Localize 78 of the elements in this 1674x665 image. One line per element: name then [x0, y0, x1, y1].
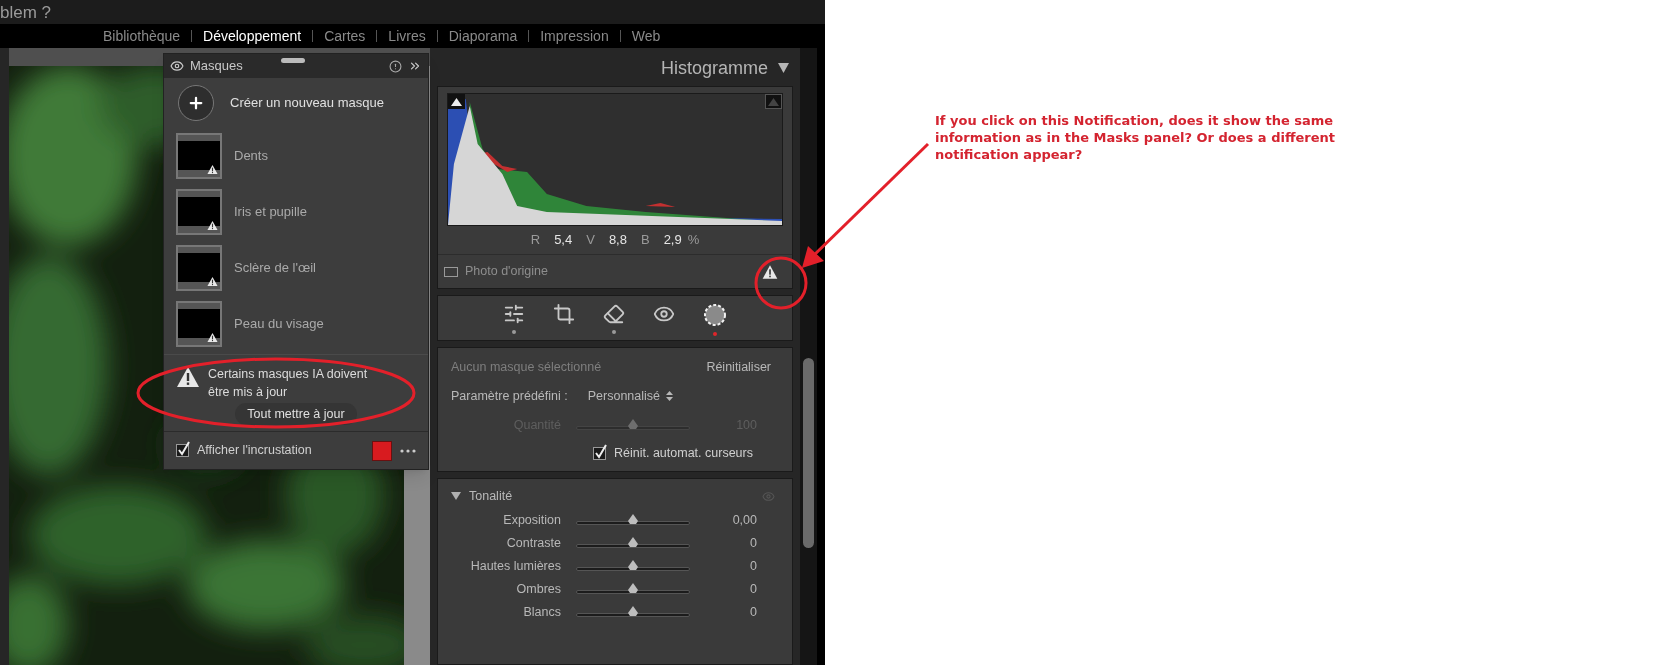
warning-icon	[176, 365, 200, 389]
overlay-label: Afficher l'incrustation	[197, 442, 312, 460]
original-photo-label: Photo d'origine	[465, 263, 548, 281]
module-tab[interactable]: Livres	[388, 29, 426, 43]
slider-value: 0	[749, 534, 757, 552]
slider-value: 0,00	[731, 511, 757, 529]
module-tab[interactable]: Bibliothèque	[103, 29, 181, 43]
annotation-text: If you click on this Notification, does it show the same information as in the Masks panel? Or does a different notification appear?	[935, 112, 1336, 163]
mask-status: Aucun masque sélectionné	[451, 359, 602, 376]
tool-button[interactable]	[603, 303, 625, 334]
slider-value: 0	[749, 580, 757, 598]
channel-value: 5,4	[554, 231, 573, 250]
preset-label: Paramètre prédéfini :	[451, 387, 568, 405]
sliders-icon[interactable]	[503, 303, 525, 325]
slider-value: 0	[749, 603, 757, 621]
preset-select[interactable]: Personnalisé	[587, 386, 673, 406]
mask-name: Sclère de l'œil	[234, 259, 316, 278]
mask-item[interactable]: Iris et pupille	[164, 184, 428, 240]
slider-label: Hautes lumières	[469, 557, 561, 575]
panel-title: Masques	[190, 57, 243, 76]
overlay-checkbox[interactable]	[176, 444, 189, 457]
plus-icon	[187, 94, 205, 112]
chevrons-right-icon[interactable]	[408, 59, 422, 73]
notification-message: Certains masques IA doivent être mis à jour	[208, 366, 369, 401]
eraser-icon[interactable]	[603, 303, 625, 325]
panel-title[interactable]: Histogramme	[660, 54, 768, 82]
section-title[interactable]: Tonalité	[469, 487, 513, 506]
updown-icon	[666, 391, 673, 402]
mask-item[interactable]: Sclère de l'œil	[164, 240, 428, 296]
disclosure-triangle-icon[interactable]	[451, 491, 461, 502]
auto-reset-label: Réinit. automat. curseurs	[614, 445, 753, 463]
module-tab[interactable]: Web	[631, 29, 661, 43]
mask-item[interactable]: Peau du visage	[164, 296, 428, 352]
scrollbar-thumb[interactable]	[803, 358, 814, 548]
unit-label: %	[687, 231, 700, 250]
module-tab[interactable]: Développement	[203, 29, 302, 43]
channel-label: R	[530, 231, 541, 250]
auto-reset-checkbox[interactable]	[593, 447, 606, 461]
collapse-icon[interactable]	[778, 63, 789, 73]
tool-button[interactable]	[503, 303, 525, 334]
mask-item[interactable]: Dents	[164, 128, 428, 184]
slider-thumb[interactable]	[628, 583, 638, 594]
channel-value: 2,9	[663, 231, 682, 250]
drag-handle[interactable]	[281, 58, 305, 63]
update-all-button[interactable]: Tout mettre à jour	[235, 403, 357, 425]
alert-circle-icon[interactable]	[389, 59, 402, 73]
eye-icon[interactable]	[170, 59, 184, 73]
reset-link[interactable]: Réinitialiser	[706, 358, 771, 377]
slider-label: Exposition	[502, 511, 561, 529]
slider-value: 0	[749, 557, 757, 575]
overlay-color-swatch[interactable]	[372, 440, 392, 461]
mask-name: Dents	[234, 147, 268, 166]
module-tab[interactable]: Diaporama	[448, 29, 518, 43]
highlight-clipping-button[interactable]	[765, 94, 782, 109]
crop-icon[interactable]	[553, 303, 575, 325]
slider-label: Blancs	[522, 603, 561, 621]
page-heading: blem ?	[0, 3, 52, 21]
slider-thumb[interactable]	[628, 606, 638, 617]
slider-label: Contraste	[505, 534, 561, 552]
original-photo-checkbox[interactable]	[444, 266, 458, 277]
module-tab[interactable]: Impression	[540, 29, 609, 43]
channel-label: V	[586, 231, 595, 250]
masking-icon[interactable]	[703, 303, 727, 327]
slider-thumb[interactable]	[628, 560, 638, 571]
create-mask-button[interactable]	[178, 85, 214, 121]
module-tab[interactable]: Cartes	[324, 29, 366, 43]
channel-label: B	[640, 231, 650, 250]
create-mask-label[interactable]: Créer un nouveau masque	[230, 93, 384, 113]
shadow-clipping-button[interactable]	[448, 94, 465, 109]
highlight-circle	[754, 256, 808, 310]
mask-name: Iris et pupille	[234, 203, 307, 222]
slider-thumb[interactable]	[628, 537, 638, 548]
slider-thumb[interactable]	[628, 514, 638, 525]
more-icon[interactable]	[400, 448, 416, 453]
tool-button[interactable]	[703, 303, 727, 336]
mask-name: Peau du visage	[234, 315, 324, 334]
channel-value: 8,8	[608, 231, 627, 250]
slider-label: Ombres	[515, 580, 561, 598]
